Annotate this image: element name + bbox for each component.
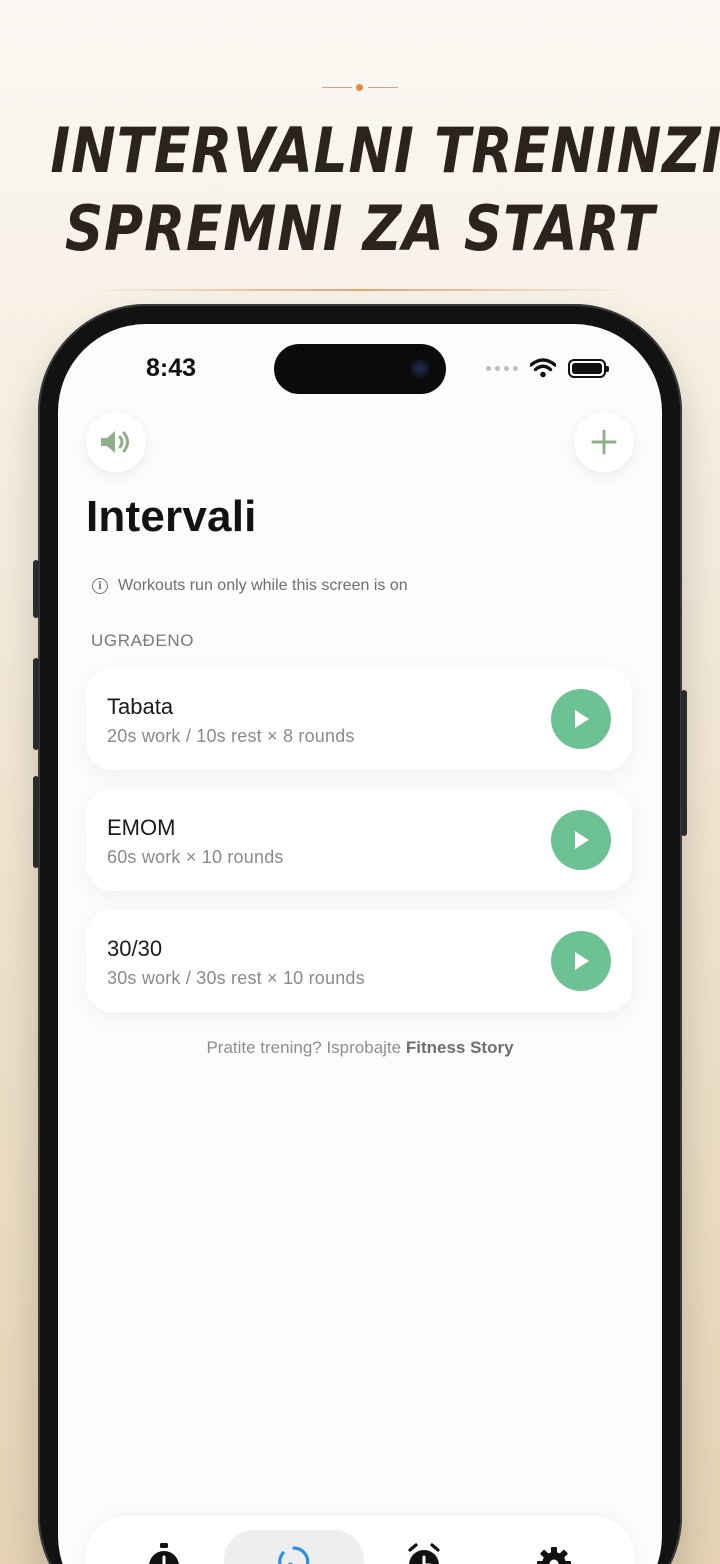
play-button[interactable] <box>551 689 611 749</box>
info-notice: i Workouts run only while this screen is… <box>92 577 408 595</box>
workout-name: Tabata <box>107 694 174 719</box>
play-icon <box>575 952 589 970</box>
info-text: Workouts run only while this screen is o… <box>118 577 408 594</box>
gear-icon <box>537 1547 571 1564</box>
section-label-builtin: UGRAĐENO <box>91 631 195 650</box>
workout-card-tabata[interactable]: Tabata 20s work / 10s rest × 8 rounds <box>86 668 632 770</box>
add-interval-button[interactable] <box>574 412 634 472</box>
play-button[interactable] <box>551 810 611 870</box>
tab-intervals[interactable] <box>224 1530 364 1564</box>
headline-line-2: SPREMNI ZA START <box>64 192 656 265</box>
alarm-clock-icon <box>408 1543 440 1564</box>
promo-link[interactable]: Fitness Story <box>406 1038 514 1057</box>
promo-headline: INTERVALNI TRENINZI SPREMNI ZA START <box>50 112 720 268</box>
speaker-icon <box>101 431 129 453</box>
header-ornament <box>322 84 398 92</box>
status-time: 8:43 <box>146 354 197 382</box>
workout-card-30-30[interactable]: 30/30 30s work / 30s rest × 10 rounds <box>86 910 632 1012</box>
workout-description: 20s work / 10s rest × 8 rounds <box>107 726 355 746</box>
wifi-icon <box>530 358 556 378</box>
battery-icon <box>568 358 609 378</box>
play-icon <box>575 831 589 849</box>
phone-volume-up-button <box>33 658 39 750</box>
stopwatch-icon <box>149 1543 179 1564</box>
promo-line: Pratite trening? Isprobajte Fitness Stor… <box>58 1038 662 1058</box>
workout-name: EMOM <box>107 815 176 840</box>
sound-toggle-button[interactable] <box>86 412 146 472</box>
play-button[interactable] <box>551 931 611 991</box>
play-icon <box>575 710 589 728</box>
phone-action-button <box>33 560 39 618</box>
workout-name: 30/30 <box>107 936 163 961</box>
phone-screen: 8:43 Intervali i Workouts run only while… <box>58 324 662 1564</box>
header-divider <box>88 289 632 291</box>
signal-dots-icon <box>486 365 518 371</box>
phone-volume-down-button <box>33 776 39 868</box>
plus-icon <box>591 429 617 455</box>
workout-description: 60s work × 10 rounds <box>107 847 284 867</box>
info-icon: i <box>92 578 108 594</box>
promo-text: Pratite trening? Isprobajte <box>206 1038 402 1057</box>
page-title: Intervali <box>86 492 257 541</box>
phone-power-button <box>681 690 687 836</box>
status-icons <box>486 358 609 378</box>
tab-stopwatch[interactable] <box>94 1530 234 1564</box>
workout-card-emom[interactable]: EMOM 60s work × 10 rounds <box>86 789 632 891</box>
headline-line-1: INTERVALNI TRENINZI <box>50 114 720 187</box>
dynamic-island <box>274 344 446 394</box>
tab-bar <box>86 1516 634 1564</box>
interval-timer-icon <box>278 1546 310 1564</box>
tab-settings[interactable] <box>484 1530 624 1564</box>
tab-alarm[interactable] <box>354 1530 494 1564</box>
workout-description: 30s work / 30s rest × 10 rounds <box>107 968 365 988</box>
